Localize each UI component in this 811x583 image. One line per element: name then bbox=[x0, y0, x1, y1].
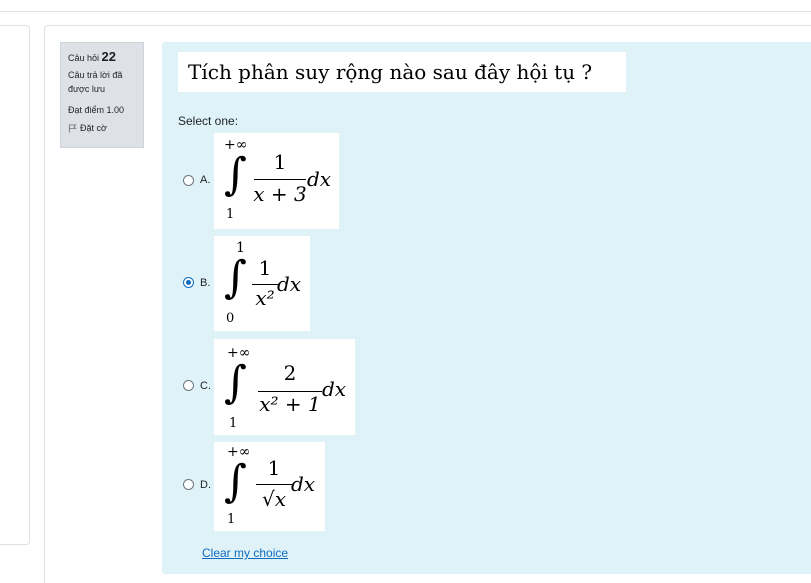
question-grade: Đạt điểm 1.00 bbox=[68, 105, 125, 115]
option-c-radio[interactable] bbox=[183, 380, 194, 391]
flag-label: Đặt cờ bbox=[80, 123, 107, 133]
numerator: 1 bbox=[267, 456, 281, 480]
lower-limit: 1 bbox=[226, 207, 235, 222]
numerator: 2 bbox=[283, 361, 297, 385]
question-number-value: 22 bbox=[101, 49, 117, 64]
differential: dx bbox=[291, 472, 316, 496]
option-a-letter: A. bbox=[200, 174, 211, 186]
question-number: Câu hỏi 22 bbox=[68, 49, 136, 64]
option-b-letter: B. bbox=[200, 277, 211, 289]
question-info-panel: Câu hỏi 22 Câu trả lời đã được lưu Đạt đ… bbox=[60, 42, 144, 148]
denominator: x + 3 bbox=[253, 182, 307, 206]
clear-my-choice-link[interactable]: Clear my choice bbox=[202, 546, 288, 560]
question-number-label: Câu hỏi bbox=[68, 53, 100, 63]
numerator: 1 bbox=[273, 150, 287, 174]
option-b-radio[interactable] bbox=[183, 277, 194, 288]
denominator: √x bbox=[261, 487, 287, 511]
denominator: x² bbox=[255, 286, 275, 310]
differential: dx bbox=[277, 272, 302, 296]
select-one-prompt: Select one: bbox=[178, 114, 239, 128]
integral-sign: ∫ bbox=[224, 252, 247, 303]
lower-limit: 1 bbox=[229, 416, 238, 431]
option-b-formula[interactable]: 1 ∫ 0 1 x² dx bbox=[214, 236, 310, 331]
option-d-formula[interactable]: +∞ ∫ 1 1 √x dx bbox=[214, 442, 325, 531]
lower-limit: 0 bbox=[226, 311, 235, 326]
fraction-bar bbox=[254, 179, 306, 180]
left-sidebar-panel bbox=[0, 25, 30, 545]
fraction-bar bbox=[252, 284, 278, 285]
option-a-formula[interactable]: +∞ ∫ 1 1 x + 3 dx bbox=[214, 133, 339, 229]
integral-sign: ∫ bbox=[224, 357, 247, 408]
integral-sign: ∫ bbox=[224, 456, 247, 507]
fraction-bar bbox=[256, 484, 292, 485]
option-c-formula[interactable]: +∞ ∫ 1 2 x² + 1 dx bbox=[214, 339, 355, 435]
differential: dx bbox=[322, 377, 347, 401]
option-d-radio[interactable] bbox=[183, 479, 194, 490]
option-d-letter: D. bbox=[200, 479, 211, 491]
differential: dx bbox=[307, 167, 332, 191]
option-a-radio[interactable] bbox=[183, 175, 194, 186]
question-state: Câu trả lời đã được lưu bbox=[68, 70, 123, 94]
flag-question-button[interactable]: Đặt cờ bbox=[68, 123, 136, 133]
integral-sign: ∫ bbox=[224, 149, 247, 200]
option-c-letter: C. bbox=[200, 380, 211, 392]
top-divider bbox=[0, 0, 811, 12]
lower-limit: 1 bbox=[227, 512, 236, 527]
flag-icon bbox=[68, 123, 77, 133]
question-text: Tích phân suy rộng nào sau đây hội tụ ? bbox=[178, 52, 626, 92]
numerator: 1 bbox=[258, 256, 272, 280]
denominator: x² + 1 bbox=[259, 392, 321, 416]
